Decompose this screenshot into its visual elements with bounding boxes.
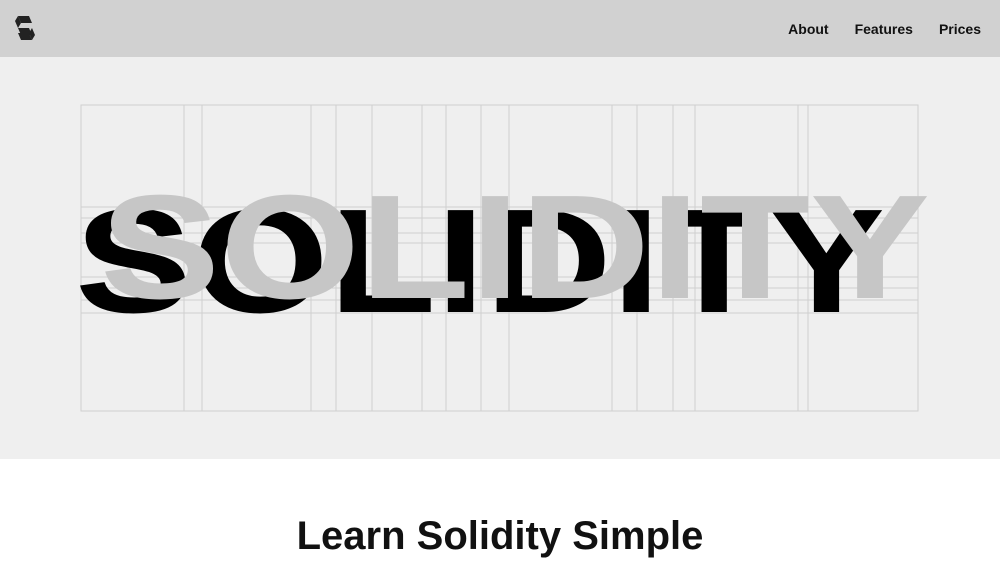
wordmark-front: SOLIDITY	[100, 165, 930, 330]
nav-about-link[interactable]: About	[788, 21, 828, 37]
hero-banner: SOLIDITY SOLIDITY	[0, 57, 1000, 459]
page-headline: Learn Solidity Simple	[296, 514, 704, 558]
nav-prices-link[interactable]: Prices	[939, 21, 981, 37]
main-nav: About Features Prices	[762, 0, 981, 57]
nav-features-link[interactable]: Features	[855, 21, 913, 37]
top-header: About Features Prices	[0, 0, 1000, 57]
solidity-logo-icon[interactable]	[14, 14, 36, 42]
main-content: Learn Solidity Simple	[0, 459, 1000, 566]
hero-wordmark-graphic: SOLIDITY SOLIDITY	[75, 104, 930, 412]
